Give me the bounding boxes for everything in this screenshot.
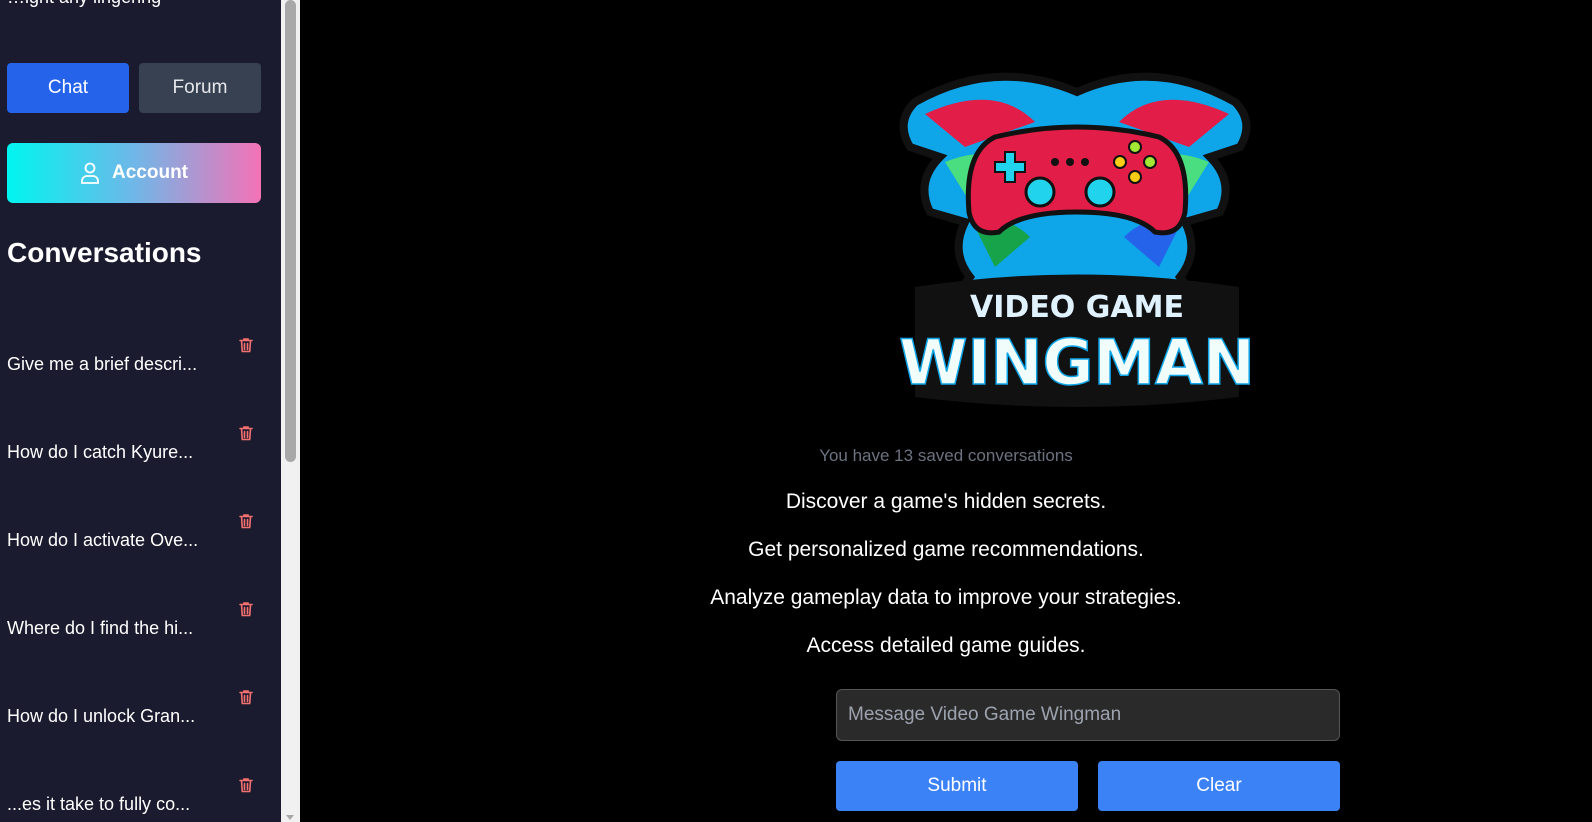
conversation-title[interactable]: ...es it take to fully co... [7,794,190,815]
user-icon [81,162,99,184]
sidebar: …ight any lingering Chat Forum Account C… [0,0,281,822]
account-button[interactable]: Account [7,143,261,203]
message-input[interactable] [836,689,1340,741]
conversation-item[interactable]: Give me a brief descri... [0,320,281,408]
account-label: Account [112,162,188,183]
scroll-down-arrow-icon[interactable] [286,815,294,820]
conversation-title[interactable]: How do I catch Kyure... [7,442,193,463]
conversation-item[interactable]: How do I unlock Gran... [0,672,281,760]
trash-icon[interactable] [237,776,255,794]
submit-button[interactable]: Submit [836,761,1078,811]
sidebar-overflow-text: …ight any lingering [7,0,161,8]
forum-button[interactable]: Forum [139,63,261,113]
trash-icon[interactable] [237,512,255,530]
conversations-heading: Conversations [7,237,202,268]
logo-text-line2: WINGMAN [899,326,1255,399]
conversation-item[interactable]: Where do I find the hi... [0,584,281,672]
saved-conversations-count: You have 13 saved conversations [819,446,1073,465]
main-panel: VIDEO GAME WINGMAN You have 13 saved con… [300,0,1592,822]
nav-buttons: Chat Forum [7,63,261,113]
scrollbar-thumb[interactable] [285,0,296,462]
trash-icon[interactable] [237,688,255,706]
tagline: Discover a game's hidden secrets. [785,490,1107,513]
tagline: Access detailed game guides. [806,634,1086,657]
tagline-list: Discover a game's hidden secrets. Get pe… [300,490,1592,682]
video-game-wingman-logo: VIDEO GAME WINGMAN [898,72,1256,407]
conversation-title[interactable]: How do I activate Ove... [7,530,198,551]
conversation-list: Give me a brief descri... How do I catch… [0,320,281,822]
trash-icon[interactable] [237,424,255,442]
sidebar-scrollbar[interactable] [281,0,300,822]
trash-icon[interactable] [237,600,255,618]
clear-button[interactable]: Clear [1098,761,1340,811]
conversation-item[interactable]: How do I catch Kyure... [0,408,281,496]
conversation-item[interactable]: How do I activate Ove... [0,496,281,584]
conversation-title[interactable]: Where do I find the hi... [7,618,193,639]
logo-text-line1: VIDEO GAME [970,290,1184,325]
conversation-title[interactable]: How do I unlock Gran... [7,706,195,727]
chat-button[interactable]: Chat [7,63,129,113]
tagline: Get personalized game recommendations. [748,538,1144,561]
tagline: Analyze gameplay data to improve your st… [710,586,1182,609]
conversation-item[interactable]: ...es it take to fully co... [0,760,281,822]
conversation-title[interactable]: Give me a brief descri... [7,354,197,375]
trash-icon[interactable] [237,336,255,354]
